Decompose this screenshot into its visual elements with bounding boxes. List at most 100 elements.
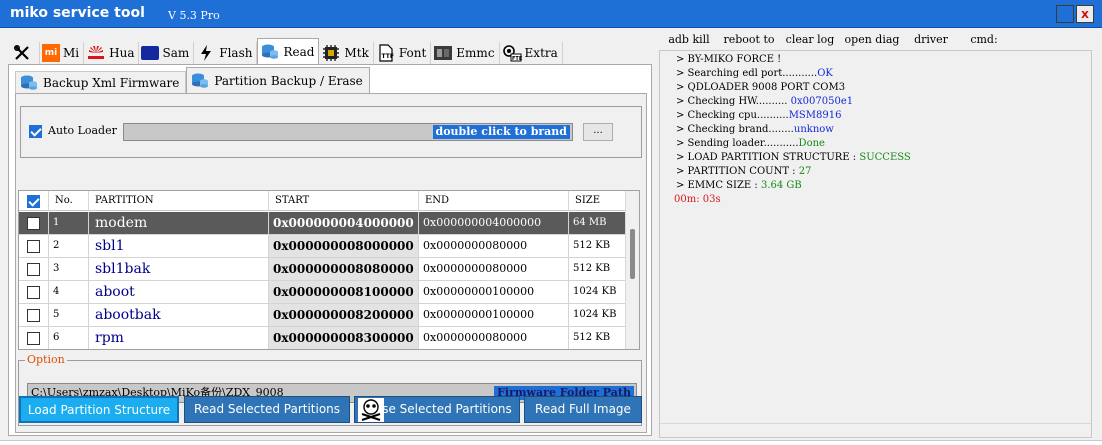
row-start: 0x000000008200000: [269, 304, 419, 326]
row-partition: modem: [89, 212, 269, 234]
table-row[interactable]: 4 aboot 0x000000008100000 0x000000001000…: [19, 281, 627, 304]
loader-field[interactable]: double click to brand: [123, 123, 573, 141]
row-checkbox-cell: [19, 212, 49, 234]
row-partition: sbl1: [89, 235, 269, 257]
row-start: 0x000000008300000: [269, 327, 419, 349]
row-size: 512 KB: [569, 235, 627, 257]
load-partition-structure-button[interactable]: Load Partition Structure: [19, 396, 179, 423]
row-start: 0x000000004000000: [269, 212, 419, 234]
tab-emmc-label: Emmc: [456, 46, 495, 60]
log-horizontal-scrollbar[interactable]: [660, 423, 1091, 437]
row-checkbox[interactable]: [27, 262, 40, 276]
tools-icon: [12, 44, 32, 62]
database-icon: [190, 72, 210, 90]
row-partition: rpm: [89, 327, 269, 349]
read-selected-partitions-button[interactable]: Read Selected Partitions: [184, 396, 350, 423]
browse-loader-button[interactable]: ...: [583, 123, 613, 141]
log-output[interactable]: > BY-MIKO FORCE ! > Searching edl port..…: [659, 50, 1092, 438]
table-row[interactable]: 2 sbl1 0x000000008000000 0x0000000080000…: [19, 235, 627, 258]
row-end: 0x0000000080000: [419, 327, 569, 349]
status-strip: [0, 440, 1102, 445]
row-size: 512 KB: [569, 327, 627, 349]
row-no: 4: [49, 281, 89, 303]
row-checkbox[interactable]: [27, 308, 40, 322]
subtab-partition-label: Partition Backup / Erase: [214, 73, 363, 88]
samsung-icon: [141, 46, 160, 60]
row-checkbox[interactable]: [27, 331, 40, 345]
open-diag-button[interactable]: open diag: [841, 30, 903, 50]
partition-backup-panel: Auto Loader double click to brand ... No…: [15, 93, 647, 433]
log-vertical-scrollbar[interactable]: [1093, 50, 1102, 438]
row-start: 0x000000008100000: [269, 281, 419, 303]
tab-read[interactable]: Read: [257, 38, 320, 64]
tab-mi[interactable]: mi Mi: [40, 42, 85, 64]
row-checkbox-cell: [19, 235, 49, 257]
header-partition[interactable]: PARTITION: [89, 191, 269, 211]
row-checkbox-cell: [19, 281, 49, 303]
row-checkbox[interactable]: [27, 239, 40, 253]
table-row[interactable]: 5 abootbak 0x000000008200000 0x000000001…: [19, 304, 627, 327]
erase-selected-partitions-button[interactable]: se Selected Partitions: [354, 396, 520, 423]
adb-kill-button[interactable]: adb kill: [659, 30, 719, 50]
tab-font[interactable]: TTF Font: [374, 42, 432, 64]
main-tabs: mi Mi Hua Sam Flash Read Mtk TTF Font Em…: [10, 38, 563, 64]
row-checkbox[interactable]: [27, 285, 40, 299]
tab-extra[interactable]: FTE Extra: [500, 42, 563, 64]
tab-sam-label: Sam: [162, 46, 190, 60]
close-button[interactable]: X: [1076, 5, 1094, 23]
subtab-backup-xml-firmware[interactable]: Backup Xml Firmware: [15, 71, 187, 93]
header-size[interactable]: SIZE: [569, 191, 627, 211]
subtab-partition-backup-erase[interactable]: Partition Backup / Erase: [186, 67, 370, 93]
row-size: 1024 KB: [569, 304, 627, 326]
svg-text:FTE: FTE: [512, 56, 522, 62]
database-icon: [260, 43, 280, 61]
table-row[interactable]: 1 modem 0x000000004000000 0x000000004000…: [19, 212, 627, 235]
header-end[interactable]: END: [419, 191, 569, 211]
log-line: > Sending loader...........Done: [676, 138, 825, 149]
tab-tools[interactable]: [10, 42, 40, 64]
tab-read-label: Read: [283, 44, 315, 59]
log-lines: > BY-MIKO FORCE ! > Searching edl port..…: [674, 53, 1076, 207]
minimize-button[interactable]: [1056, 5, 1074, 23]
font-file-icon: TTF: [376, 44, 396, 62]
row-no: 1: [49, 212, 89, 234]
log-elapsed-time: 00m: 03s: [674, 194, 721, 205]
app-version: V 5.3 Pro: [168, 9, 220, 22]
tab-hua[interactable]: Hua: [84, 42, 140, 64]
read-full-image-button[interactable]: Read Full Image: [524, 396, 642, 423]
log-line: > Searching edl port...........OK: [676, 68, 833, 79]
tab-hua-label: Hua: [109, 46, 135, 60]
row-checkbox-cell: [19, 327, 49, 349]
driver-button[interactable]: driver: [903, 30, 959, 50]
table-scrollbar[interactable]: [625, 191, 639, 349]
subtab-backup-label: Backup Xml Firmware: [43, 75, 180, 90]
header-start[interactable]: START: [269, 191, 419, 211]
tab-emmc[interactable]: Emmc: [431, 42, 500, 64]
tab-mtk[interactable]: Mtk: [319, 42, 374, 64]
lightning-icon: [196, 44, 216, 62]
database-icon: [19, 74, 39, 92]
row-checkbox[interactable]: [27, 216, 40, 230]
log-line: > Checking cpu..........MSM8916: [676, 110, 842, 121]
table-row[interactable]: 6 rpm 0x000000008300000 0x0000000080000 …: [19, 327, 627, 349]
row-size: 512 KB: [569, 258, 627, 280]
row-partition: abootbak: [89, 304, 269, 326]
xiaomi-icon: mi: [42, 44, 60, 62]
cmd-button[interactable]: cmd:: [959, 30, 1009, 50]
tab-flash[interactable]: Flash: [194, 42, 258, 64]
select-all-checkbox[interactable]: [27, 194, 40, 208]
read-tab-content: Backup Xml Firmware Partition Backup / E…: [8, 64, 652, 436]
emmc-icon: [433, 44, 453, 62]
autoloader-group: Auto Loader double click to brand ...: [20, 106, 642, 158]
header-no[interactable]: No.: [49, 191, 89, 211]
log-line: > QDLOADER 9008 PORT COM3: [676, 82, 846, 93]
app-title: miko service tool: [10, 5, 145, 21]
row-partition: sbl1bak: [89, 258, 269, 280]
right-panel: adb kill reboot to clear log open diag d…: [659, 30, 1102, 438]
table-scrollbar-thumb[interactable]: [630, 229, 635, 279]
clear-log-button[interactable]: clear log: [779, 30, 841, 50]
reboot-to-button[interactable]: reboot to: [719, 30, 779, 50]
tab-sam[interactable]: Sam: [139, 42, 195, 64]
autoloader-checkbox[interactable]: [29, 125, 42, 138]
table-row[interactable]: 3 sbl1bak 0x000000008080000 0x0000000080…: [19, 258, 627, 281]
